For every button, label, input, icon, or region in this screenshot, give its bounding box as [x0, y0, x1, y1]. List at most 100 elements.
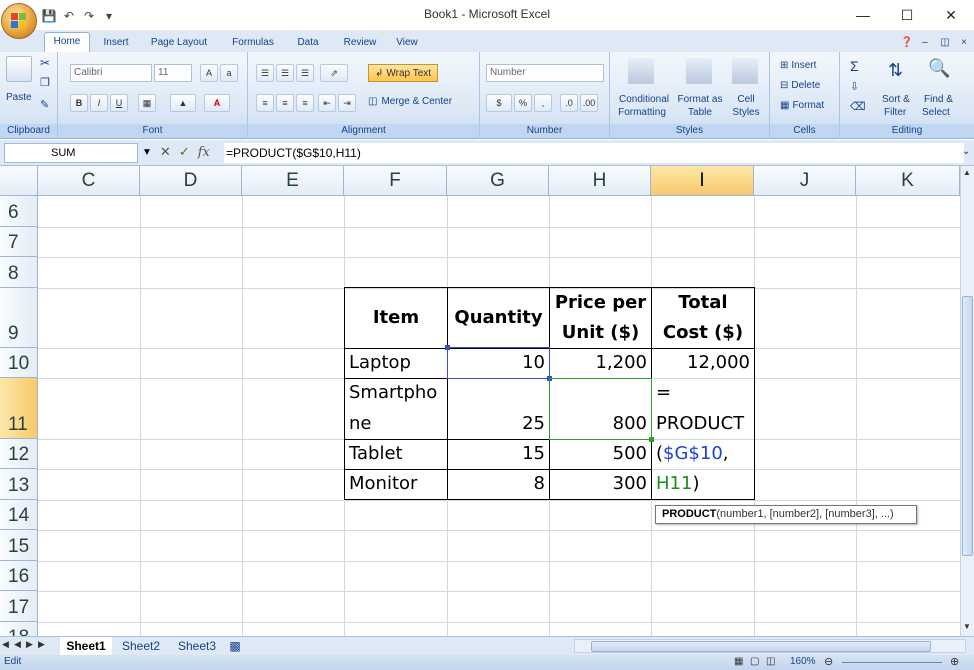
- column-header-g[interactable]: G: [447, 166, 549, 196]
- row-header-10[interactable]: 10: [0, 348, 38, 378]
- cell-price[interactable]: 500: [550, 439, 651, 469]
- next-sheet-icon[interactable]: ▶: [26, 639, 33, 650]
- clear-icon[interactable]: ⌫: [850, 100, 866, 113]
- maximize-button[interactable]: ☐: [884, 0, 930, 30]
- horizontal-scrollbar[interactable]: [574, 639, 966, 653]
- comma-style-icon[interactable]: ,: [534, 94, 552, 112]
- find-select-label-2[interactable]: Select: [922, 107, 950, 118]
- scroll-down-icon[interactable]: ▼: [963, 622, 971, 631]
- cell-price[interactable]: 1,200: [550, 348, 651, 378]
- decrease-indent-icon[interactable]: ⇤: [318, 94, 336, 112]
- tab-review[interactable]: Review: [338, 34, 382, 52]
- zoom-slider[interactable]: [842, 662, 942, 663]
- row-header-13[interactable]: 13: [0, 469, 38, 500]
- cell-item[interactable]: Monitor: [345, 469, 447, 500]
- prev-sheet-icon[interactable]: ◀: [14, 639, 21, 650]
- cell-item[interactable]: Laptop: [345, 348, 447, 378]
- reference-handle[interactable]: [445, 345, 450, 350]
- row-header-12[interactable]: 12: [0, 439, 38, 469]
- orientation-icon[interactable]: ⇗: [320, 64, 348, 82]
- ribbon-minimize-icon[interactable]: –: [920, 34, 930, 52]
- cell-quantity[interactable]: 25: [448, 409, 549, 439]
- tab-data[interactable]: Data: [291, 34, 325, 52]
- align-left-icon[interactable]: ≡: [256, 94, 274, 112]
- header-price-line1[interactable]: Price per: [550, 288, 651, 318]
- column-header-k[interactable]: K: [856, 166, 960, 196]
- delete-cells-button[interactable]: ⊟ Delete: [780, 80, 820, 91]
- shrink-font-icon[interactable]: a: [220, 64, 238, 82]
- column-header-i[interactable]: I: [651, 166, 754, 196]
- format-painter-icon[interactable]: ✎: [40, 98, 49, 111]
- font-name-box[interactable]: Calibri: [70, 64, 152, 82]
- italic-button[interactable]: I: [90, 94, 108, 112]
- minimize-button[interactable]: —: [840, 0, 886, 30]
- first-sheet-icon[interactable]: ◀: [2, 639, 9, 650]
- column-header-j[interactable]: J: [754, 166, 856, 196]
- wrap-text-button[interactable]: ↲ Wrap Text: [368, 64, 439, 82]
- conditional-formatting-label-2[interactable]: Formatting: [614, 107, 670, 118]
- cancel-icon[interactable]: ✕: [160, 144, 171, 160]
- paste-icon[interactable]: [6, 56, 32, 82]
- number-format-box[interactable]: Number: [486, 64, 604, 82]
- find-select-icon[interactable]: 🔍: [928, 58, 950, 79]
- cell-item-line2[interactable]: ne: [345, 409, 447, 439]
- zoom-level[interactable]: 160%: [790, 656, 816, 667]
- last-sheet-icon[interactable]: ▶: [38, 639, 45, 650]
- expand-formula-bar-icon[interactable]: ⌄: [962, 146, 970, 157]
- zoom-in-icon[interactable]: ⊕: [950, 655, 959, 668]
- edit-formula-line2[interactable]: PRODUCT: [652, 409, 754, 439]
- header-total-line2[interactable]: Cost ($): [652, 318, 754, 348]
- format-as-table-icon[interactable]: [686, 58, 712, 84]
- column-header-d[interactable]: D: [140, 166, 242, 196]
- cut-icon[interactable]: ✂: [40, 56, 50, 70]
- scroll-up-icon[interactable]: ▲: [963, 168, 971, 177]
- merge-center-button[interactable]: ◫ Merge & Center: [368, 96, 452, 107]
- percent-style-icon[interactable]: %: [514, 94, 532, 112]
- column-header-e[interactable]: E: [242, 166, 344, 196]
- align-middle-icon[interactable]: ☰: [276, 64, 294, 82]
- format-cells-button[interactable]: ▦ Format: [780, 100, 824, 111]
- cell-styles-label-2[interactable]: Styles: [728, 107, 764, 118]
- column-header-h[interactable]: H: [549, 166, 651, 196]
- sort-filter-label-2[interactable]: Filter: [884, 107, 906, 118]
- row-header-17[interactable]: 17: [0, 591, 38, 622]
- row-header-8[interactable]: 8: [0, 257, 38, 288]
- cell-price[interactable]: 300: [550, 469, 651, 500]
- normal-view-icon[interactable]: ▦: [734, 656, 743, 667]
- bold-button[interactable]: B: [70, 94, 88, 112]
- tab-insert[interactable]: Insert: [96, 34, 136, 52]
- row-header-14[interactable]: 14: [0, 500, 38, 530]
- cell-quantity[interactable]: 8: [448, 469, 549, 500]
- horizontal-scroll-thumb[interactable]: [591, 641, 931, 652]
- office-button[interactable]: [1, 3, 37, 39]
- tab-view[interactable]: View: [392, 34, 422, 52]
- insert-sheet-icon[interactable]: ▩: [224, 637, 246, 655]
- row-header-18[interactable]: 18: [0, 622, 38, 636]
- tab-formulas[interactable]: Formulas: [226, 34, 280, 52]
- cell-quantity[interactable]: 15: [448, 439, 549, 469]
- column-header-f[interactable]: F: [344, 166, 447, 196]
- align-bottom-icon[interactable]: ☰: [296, 64, 314, 82]
- autosum-icon[interactable]: Σ: [850, 58, 859, 74]
- zoom-out-icon[interactable]: ⊖: [824, 655, 833, 668]
- format-as-table-label-2[interactable]: Table: [676, 107, 724, 118]
- row-header-7[interactable]: 7: [0, 227, 38, 257]
- tab-home[interactable]: Home: [44, 32, 90, 53]
- vertical-scrollbar[interactable]: ▲ ▼: [960, 166, 974, 636]
- find-select-label-1[interactable]: Find &: [924, 94, 953, 105]
- accounting-format-icon[interactable]: $: [486, 94, 512, 112]
- edit-formula-line1[interactable]: =: [652, 378, 754, 408]
- header-quantity[interactable]: Quantity: [448, 288, 549, 348]
- cell-item[interactable]: Tablet: [345, 439, 447, 469]
- select-all-corner[interactable]: [0, 166, 38, 196]
- row-header-16[interactable]: 16: [0, 561, 38, 591]
- header-item[interactable]: Item: [345, 288, 447, 348]
- help-icon[interactable]: ❓: [900, 34, 914, 52]
- edit-formula-line3[interactable]: ($G$10,: [652, 439, 754, 469]
- fill-color-icon[interactable]: ▲: [170, 94, 196, 112]
- page-layout-view-icon[interactable]: ▢: [750, 656, 759, 667]
- grow-font-icon[interactable]: A: [200, 64, 218, 82]
- header-total-line1[interactable]: Total: [652, 288, 754, 318]
- edit-formula-line4[interactable]: H11): [652, 469, 754, 500]
- sort-filter-label-1[interactable]: Sort &: [882, 94, 910, 105]
